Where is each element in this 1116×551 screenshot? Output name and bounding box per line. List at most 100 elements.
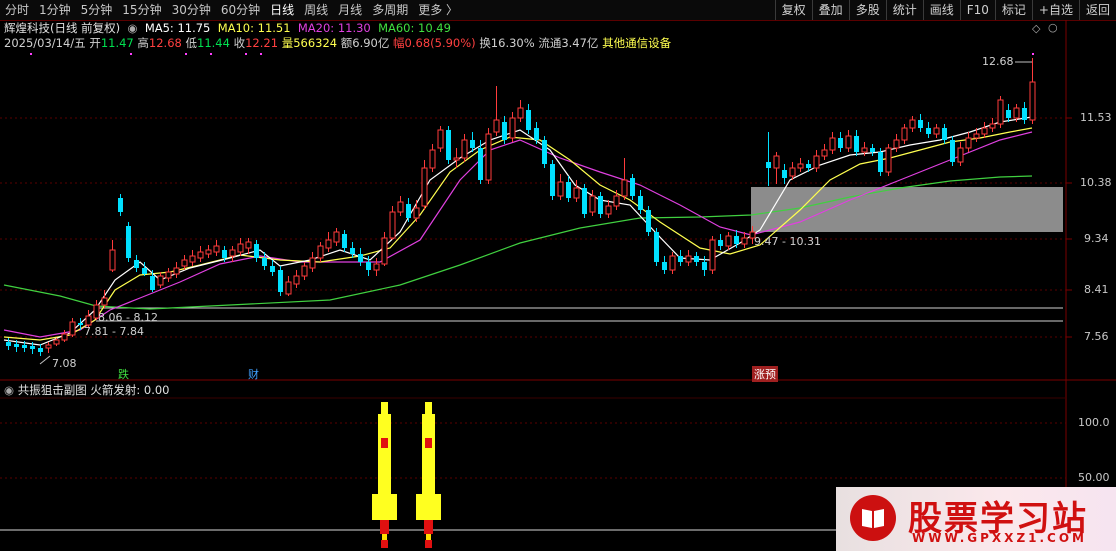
price-tick-4: 8.41: [1084, 283, 1109, 296]
candle-body: [534, 128, 539, 140]
low-arrow: [39, 355, 51, 365]
rocket-signal-2: [416, 402, 441, 548]
candle-body: [870, 148, 875, 152]
rocket-signal-1: [372, 402, 397, 548]
candle-body: [981, 127, 988, 135]
candle-body: [262, 258, 267, 266]
candle-body: [766, 162, 771, 168]
candle-body: [1029, 81, 1036, 121]
price-tick-2: 10.38: [1080, 176, 1112, 189]
price-tick-5: 7.56: [1084, 330, 1109, 343]
signal-dot: [245, 53, 247, 55]
candle-body: [797, 163, 804, 169]
candle-body: [437, 129, 444, 149]
candle-body: [142, 268, 147, 274]
candle-body: [734, 236, 739, 244]
indicator-dropdown-icon[interactable]: ◉: [4, 383, 18, 397]
candle-body: [678, 256, 683, 262]
candle-body: [470, 140, 475, 148]
candle-body: [669, 255, 676, 271]
indicator-tick-1: 100.0: [1078, 416, 1110, 429]
candle-body: [381, 237, 388, 265]
candle-body: [885, 147, 892, 173]
candle-body: [933, 127, 940, 135]
candle-body: [30, 346, 35, 349]
candle-body: [909, 119, 916, 129]
resistance-zone-box: [751, 187, 1063, 232]
candle-body: [350, 248, 355, 254]
candle-body: [605, 205, 612, 215]
candle-body: [702, 262, 707, 270]
low-label: 7.08: [52, 357, 77, 370]
tag-zhangyu: 涨预: [752, 366, 778, 382]
indicator-title: 共振狙击副图: [17, 383, 87, 397]
price-tick-1: 11.53: [1080, 111, 1112, 124]
candle-body: [854, 136, 859, 152]
candle-body: [358, 254, 363, 262]
signal-dot: [130, 53, 132, 55]
zone-label-1: 8.06 - 8.12: [98, 311, 158, 324]
price-gridlines: [0, 117, 1066, 479]
candle-body: [69, 321, 76, 336]
candle-body: [6, 342, 11, 346]
candle-body: [453, 157, 460, 161]
candle-body: [397, 201, 404, 213]
signal-dot: [185, 53, 187, 55]
candle-body: [421, 167, 428, 207]
candle-body: [366, 262, 371, 270]
indicator-header: ◉ 共振狙击副图 火箭发射: 0.00: [4, 383, 170, 398]
candlestick-chart[interactable]: [0, 0, 1116, 551]
candle-body: [893, 139, 900, 149]
candle-body: [173, 267, 180, 275]
candle-body: [613, 195, 620, 207]
candle-body: [662, 262, 667, 270]
zone-label-3: 9.47 - 10.31: [754, 235, 821, 248]
signal-dot: [210, 53, 212, 55]
zone-label-2: 7.81 - 7.84: [84, 325, 144, 338]
candle-body: [254, 244, 259, 258]
tag-die: 跌: [118, 368, 129, 381]
candle-body: [165, 271, 172, 279]
candle-body: [325, 239, 332, 249]
candle-body: [989, 123, 996, 129]
candle-body: [926, 128, 931, 134]
candle-body: [901, 127, 908, 141]
indicator-value: 火箭发射: 0.00: [90, 383, 170, 397]
candle-body: [118, 198, 123, 212]
candle-body: [493, 119, 500, 133]
candle-body: [1006, 110, 1011, 118]
candle-body: [485, 133, 492, 181]
candle-body: [957, 147, 964, 163]
candle-body: [317, 245, 324, 259]
candle-body: [197, 251, 204, 259]
candle-body: [413, 207, 420, 219]
candle-body: [694, 256, 699, 262]
ma20-line: [3, 131, 1033, 338]
candle-body: [1013, 107, 1020, 119]
candle-body: [293, 275, 300, 285]
candle-body: [389, 211, 396, 239]
candle-body: [630, 178, 635, 196]
candle-body: [461, 139, 468, 159]
candle-body: [557, 181, 564, 197]
candle-body: [845, 135, 852, 149]
candle-body: [789, 167, 796, 177]
candle-body: [973, 133, 980, 139]
candle-body: [222, 250, 227, 258]
candle-body: [542, 140, 547, 164]
candle-body: [478, 148, 483, 180]
candle-body: [229, 249, 236, 257]
candle-body: [598, 196, 603, 214]
signal-dot: [260, 53, 262, 55]
candle-body: [509, 117, 516, 139]
candle-body: [725, 235, 732, 247]
candle-body: [157, 275, 164, 286]
candle-body: [646, 210, 651, 232]
candle-body: [813, 155, 820, 169]
candle-body: [134, 260, 139, 268]
candle-body: [950, 140, 955, 162]
candle-body: [78, 323, 83, 325]
candle-body: [654, 232, 659, 262]
candle-body: [526, 110, 531, 130]
peak-label: 12.68: [982, 55, 1014, 68]
